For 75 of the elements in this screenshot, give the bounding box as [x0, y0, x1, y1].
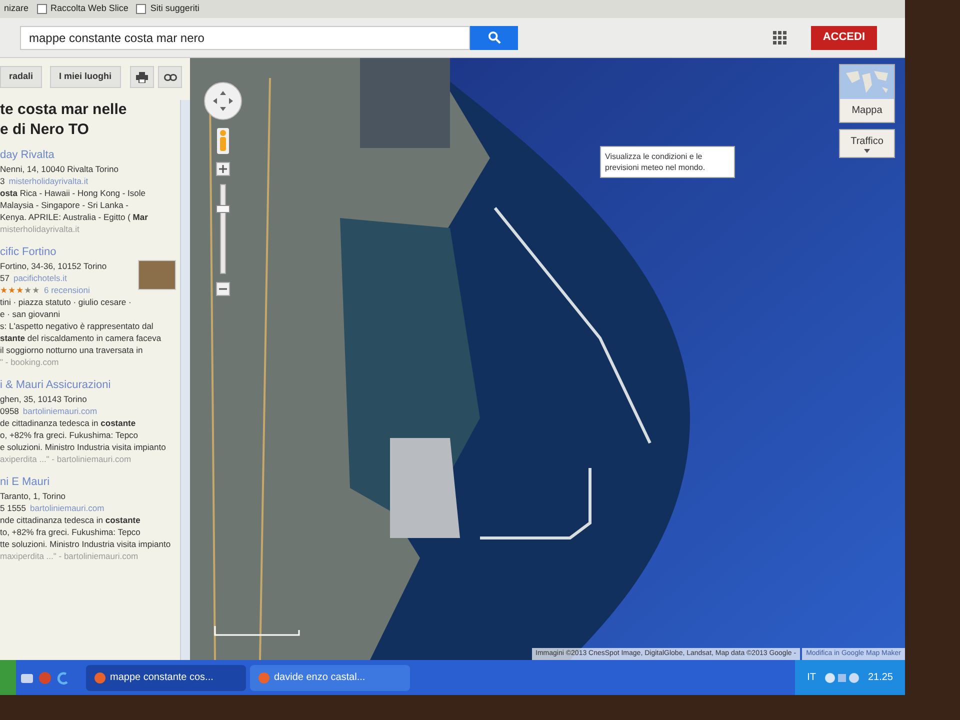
result-snippet: il soggiorno notturno una traversata in: [0, 344, 144, 356]
folder-icon: [136, 4, 146, 14]
star-rating: ★★★★★: [0, 284, 40, 296]
bookmark-link[interactable]: nizare: [4, 2, 29, 16]
result-snippet: osta Rica - Hawaii - Hong Kong - Isole: [0, 187, 147, 199]
sign-in-button[interactable]: ACCEDI: [810, 26, 877, 50]
search-icon: [488, 31, 500, 44]
world-map-icon: [840, 65, 894, 99]
result-snippet: de cittadinanza tedesca in costante: [0, 417, 137, 429]
traffic-button[interactable]: Traffico: [839, 129, 895, 158]
result-snippet: Kenya. APRILE: Australia - Egitto ( Mar: [0, 211, 149, 223]
search-field[interactable]: mappe constante costa mar nero: [20, 26, 470, 50]
result-phone: 3: [0, 175, 5, 187]
weather-tooltip: Visualizza le condizioni e le previsioni meteo nel mondo.: [600, 146, 735, 178]
result-source: axiperdita ..." - bartoliniemauri.com: [0, 453, 132, 465]
result-snippet: e · san giovanni: [0, 308, 62, 320]
folder-icon: [36, 4, 47, 14]
bookmark-link[interactable]: Raccolta Web Slice: [50, 2, 128, 16]
result-address: Fortino, 34-36, 10152 Torino: [0, 260, 108, 272]
result-website-link[interactable]: bartoliniemauri.com: [22, 405, 98, 417]
caret-icon: [864, 149, 870, 153]
result-snippet: tini · piazza statuto · giulio cesare ·: [0, 296, 132, 308]
chain-link-icon: [164, 74, 176, 80]
result-snippet: stante del riscaldamento in camera faceva: [0, 332, 162, 344]
zoom-out-button[interactable]: [216, 282, 230, 296]
result-phone: 57: [0, 272, 10, 284]
result-snippet: s: L'aspetto negativo è rappresentato dal: [0, 320, 154, 332]
result-snippet: nde cittadinanza tedesca in costante: [0, 514, 142, 526]
result-source: misterholidayrivalta.it: [0, 223, 80, 235]
result-title-link[interactable]: cific Fortino: [0, 245, 176, 260]
tray-icons[interactable]: [824, 672, 860, 684]
results-title: te costa mar nelle e di Nero TO: [0, 100, 128, 140]
start-button[interactable]: [0, 660, 16, 695]
search-button[interactable]: [470, 26, 518, 50]
pegman-icon[interactable]: [217, 128, 229, 154]
zoom-slider-thumb[interactable]: [216, 205, 230, 213]
result-title-link[interactable]: ni E Mauri: [0, 475, 176, 490]
bookmark-link[interactable]: Siti suggeriti: [150, 2, 200, 16]
taskbar-button[interactable]: davide enzo castal...: [250, 664, 410, 690]
result-source: maxiperdita ..." - bartoliniemauri.com: [0, 550, 140, 562]
result-source: " - booking.com: [0, 356, 60, 368]
zoom-in-button[interactable]: [216, 162, 230, 176]
plus-icon: [219, 165, 227, 173]
result-title-link[interactable]: day Rivalta: [0, 148, 176, 163]
apps-grid-icon[interactable]: [772, 30, 787, 44]
printer-icon: [136, 72, 148, 82]
panel-button[interactable]: I miei luoghi: [50, 66, 121, 88]
clock: 21.25: [868, 671, 893, 685]
result-title-link[interactable]: i & Mauri Assicurazioni: [0, 378, 176, 393]
language-indicator[interactable]: IT: [807, 670, 816, 685]
link-button[interactable]: [158, 66, 182, 88]
result-address: ghen, 35, 10143 Torino: [0, 393, 88, 405]
result-website-link[interactable]: pacifichotels.it: [13, 272, 67, 284]
browser-icon[interactable]: [56, 670, 70, 684]
result-phone: 5 1555: [0, 502, 26, 514]
result-snippet: tte soluzioni. Ministro Industria visita impianto: [0, 538, 172, 550]
map-type-button[interactable]: Mappa: [839, 64, 895, 123]
result-address: Nenni, 14, 10040 Rivalta Torino: [0, 163, 120, 175]
panel-button[interactable]: radali: [0, 66, 42, 88]
print-button[interactable]: [130, 66, 154, 88]
taskbar-button[interactable]: mappe constante cos...: [86, 664, 246, 690]
scrollbar[interactable]: [180, 100, 190, 660]
result-website-link[interactable]: misterholidayrivalta.it: [8, 175, 88, 187]
photo-placeholder[interactable]: [138, 260, 176, 290]
direction-arrows-icon: [212, 90, 234, 112]
result-snippet: e soluzioni. Ministro Industria visita impianto: [0, 441, 167, 453]
result-website-link[interactable]: bartoliniemauri.com: [30, 502, 104, 514]
result-snippet: to, +82% fra greci. Fukushima: Tepco: [0, 526, 142, 538]
result-snippet: o, +82% fra greci. Fukushima: Tepco: [0, 429, 140, 441]
result-address: Taranto, 1, Torino: [0, 490, 67, 502]
result-snippet: Malaysia - Singapore - Sri Lanka -: [0, 199, 130, 211]
browser-icon: [258, 672, 270, 684]
reviews-link[interactable]: 6 recensioni: [44, 284, 90, 296]
result-phone: 0958: [0, 405, 19, 417]
browser-icon: [94, 672, 106, 684]
